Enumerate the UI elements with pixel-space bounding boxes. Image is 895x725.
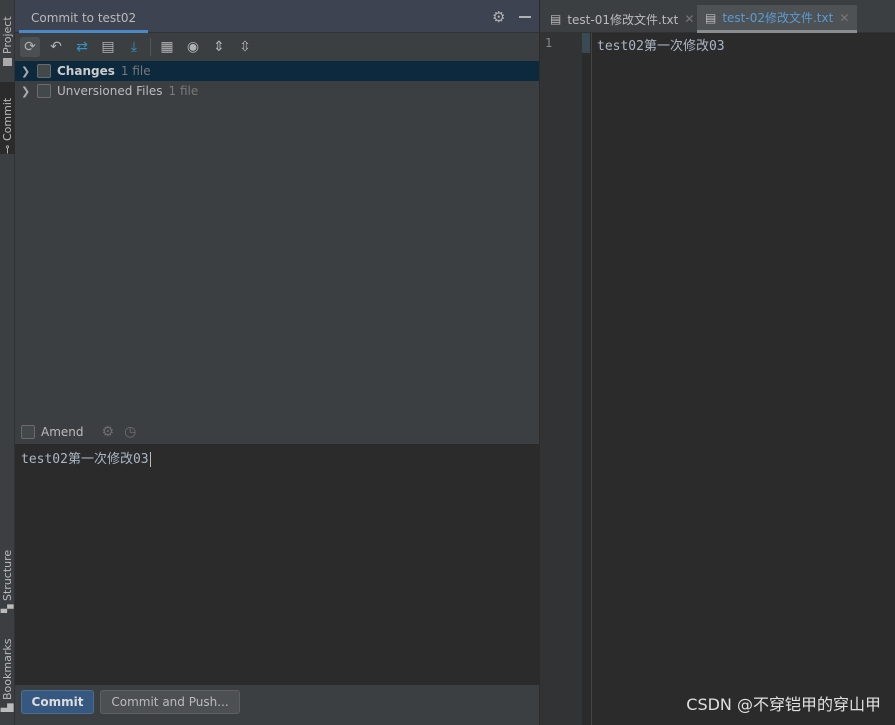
eye-icon[interactable]: ◉ bbox=[183, 37, 203, 57]
chevron-right-icon[interactable]: ❯ bbox=[21, 85, 31, 98]
folder-icon bbox=[3, 58, 12, 66]
amend-checkbox[interactable] bbox=[21, 425, 35, 439]
tree-row-unversioned[interactable]: ❯ Unversioned Files 1 file bbox=[15, 81, 539, 101]
bookmark-icon: ▙ bbox=[1, 703, 14, 712]
commit-message-input[interactable]: test02第一次修改03 bbox=[15, 444, 539, 685]
tab-structure[interactable]: ▚ Structure bbox=[0, 545, 15, 613]
rollback-icon[interactable]: ↶ bbox=[46, 37, 66, 57]
expand-all-icon[interactable]: ⇕ bbox=[209, 37, 229, 57]
file-icon: ▤ bbox=[705, 10, 717, 25]
gear-icon[interactable]: ⚙ bbox=[492, 8, 505, 26]
panel-title[interactable]: Commit to test02 bbox=[19, 0, 149, 33]
current-line-marker bbox=[582, 33, 590, 53]
file-icon: ▤ bbox=[550, 12, 562, 26]
commit-button[interactable]: Commit bbox=[21, 690, 94, 714]
commit-and-push-button[interactable]: Commit and Push... bbox=[100, 690, 240, 714]
diff-icon[interactable]: ⇄ bbox=[72, 37, 92, 57]
text-cursor bbox=[149, 452, 151, 467]
editor-line[interactable]: test02第一次修改03 bbox=[597, 35, 725, 54]
history-icon[interactable]: ◷ bbox=[124, 424, 136, 440]
tool-window-strip: Project ⊸ Commit ▚ Structure ▙ Bookmarks bbox=[0, 0, 15, 725]
group-by-icon[interactable]: ▦ bbox=[157, 37, 177, 57]
tab-commit[interactable]: ⊸ Commit bbox=[0, 82, 15, 154]
minimize-icon[interactable] bbox=[519, 16, 531, 18]
gear-icon[interactable]: ⚙ bbox=[102, 424, 115, 440]
watermark: CSDN @不穿铠甲的穿山甲 bbox=[686, 695, 881, 714]
commit-panel: Commit to test02 ⚙ ⟳ ↶ ⇄ ▤ ⤓ ▦ ◉ ⇕ ⇳ ❯ C… bbox=[15, 0, 539, 725]
tree-row-changes[interactable]: ❯ Changes 1 file bbox=[15, 61, 539, 81]
checkbox[interactable] bbox=[37, 64, 51, 78]
divider bbox=[150, 37, 151, 56]
toolbar: ⟳ ↶ ⇄ ▤ ⤓ ▦ ◉ ⇕ ⇳ bbox=[15, 33, 539, 60]
tab-test-01[interactable]: ▤ test-01修改文件.txt ✕ bbox=[542, 5, 702, 33]
panel-header: Commit to test02 ⚙ bbox=[15, 0, 539, 33]
tab-test-02[interactable]: ▤ test-02修改文件.txt ✕ bbox=[697, 5, 858, 33]
changelist-icon[interactable]: ▤ bbox=[98, 37, 118, 57]
structure-icon: ▚ bbox=[1, 604, 14, 613]
editor: ▤ test-01修改文件.txt ✕ ▤ test-02修改文件.txt ✕ … bbox=[540, 0, 895, 725]
gutter: 1 bbox=[540, 33, 590, 725]
divider bbox=[591, 33, 592, 725]
refresh-icon[interactable]: ⟳ bbox=[20, 36, 40, 57]
line-number: 1 bbox=[545, 36, 553, 50]
tab-bookmarks[interactable]: ▙ Bookmarks bbox=[0, 630, 15, 712]
editor-tabs: ▤ test-01修改文件.txt ✕ ▤ test-02修改文件.txt ✕ bbox=[540, 0, 895, 33]
close-icon[interactable]: ✕ bbox=[839, 11, 849, 25]
tab-project[interactable]: Project bbox=[0, 4, 15, 66]
chevron-right-icon[interactable]: ❯ bbox=[21, 65, 31, 78]
amend-row: Amend ⚙ ◷ bbox=[15, 420, 539, 444]
commit-icon: ⊸ bbox=[1, 144, 14, 154]
amend-label[interactable]: Amend bbox=[41, 425, 84, 439]
checkbox[interactable] bbox=[37, 84, 51, 98]
shelve-icon[interactable]: ⤓ bbox=[124, 37, 144, 57]
collapse-all-icon[interactable]: ⇳ bbox=[235, 37, 255, 57]
close-icon[interactable]: ✕ bbox=[684, 12, 694, 26]
